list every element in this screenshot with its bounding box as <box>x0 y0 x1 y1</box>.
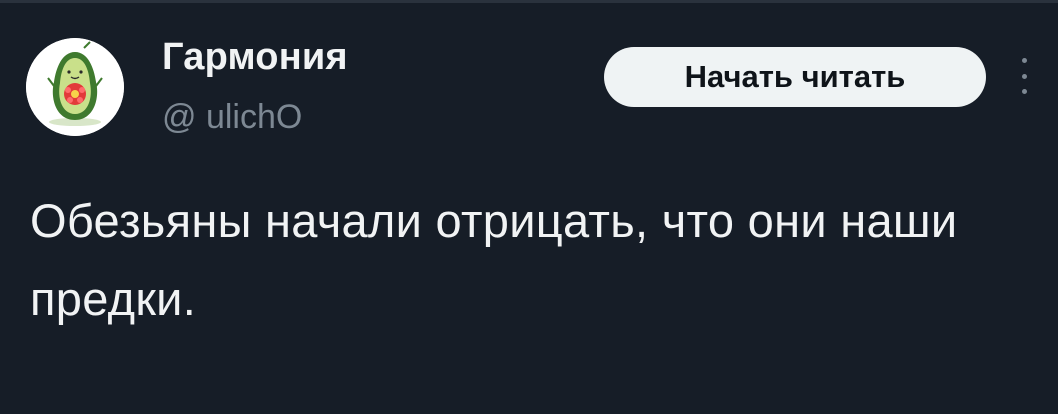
more-dot <box>1021 58 1027 63</box>
top-divider <box>0 0 1058 3</box>
avatar[interactable] <box>26 38 124 136</box>
tweet-text: Обезьяны начали отрицать, что они наши п… <box>30 194 958 325</box>
avocado-icon <box>26 38 124 136</box>
more-dot <box>1021 89 1027 94</box>
follow-button[interactable]: Начать читать <box>604 47 986 107</box>
author-handle[interactable]: @ ulichO <box>162 98 302 137</box>
more-vertical-icon[interactable] <box>1014 58 1034 94</box>
more-dot <box>1021 73 1027 79</box>
author-display-name[interactable]: Гармония <box>162 36 348 79</box>
